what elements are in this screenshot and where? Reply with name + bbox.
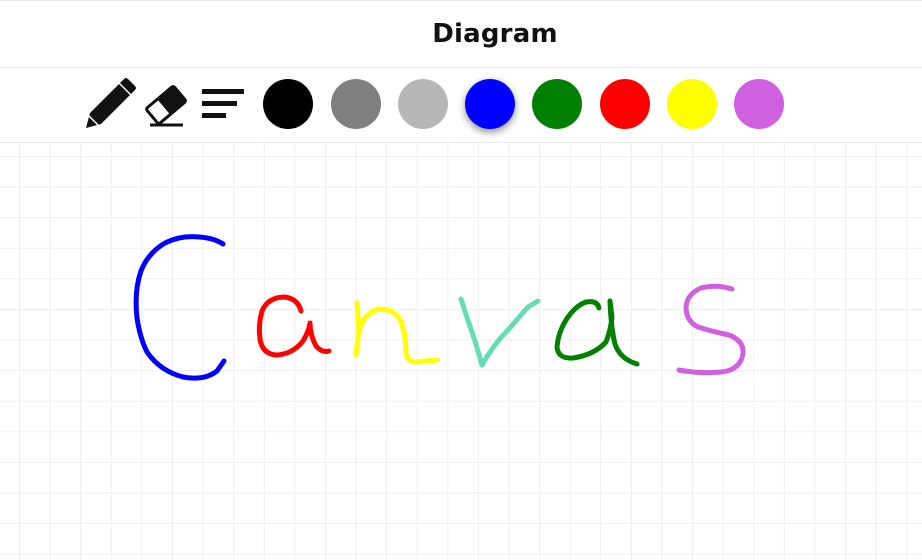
eraser-icon (145, 85, 187, 127)
color-swatch-green[interactable] (532, 79, 582, 129)
stroke-letter-s (676, 283, 746, 376)
color-swatch-black[interactable] (263, 79, 313, 129)
stroke-letter-c (133, 234, 227, 381)
stroke-letter-a-red (256, 294, 332, 358)
page-title: Diagram (432, 19, 558, 49)
color-swatch-red[interactable] (600, 79, 650, 129)
stroke-width-button[interactable] (196, 78, 250, 132)
eraser-tool-button[interactable] (139, 78, 193, 132)
drawing-app: Diagram (0, 0, 922, 560)
color-swatch-blue[interactable] (465, 79, 515, 129)
drawing-layer (133, 234, 746, 381)
color-swatch-light-gray[interactable] (398, 79, 448, 129)
stroke-letter-v (458, 296, 541, 368)
color-swatch-yellow[interactable] (667, 79, 717, 129)
lines-icon (202, 89, 244, 118)
drawing-canvas[interactable] (0, 143, 922, 560)
header-bar: Diagram (0, 0, 922, 68)
stroke-letter-a-green (554, 298, 640, 367)
stroke-letter-n (353, 300, 440, 365)
pencil-icon (86, 78, 136, 128)
color-swatch-violet[interactable] (734, 79, 784, 129)
pencil-tool-button[interactable] (82, 78, 136, 132)
color-swatch-dark-gray[interactable] (331, 79, 381, 129)
toolbar (0, 68, 922, 143)
